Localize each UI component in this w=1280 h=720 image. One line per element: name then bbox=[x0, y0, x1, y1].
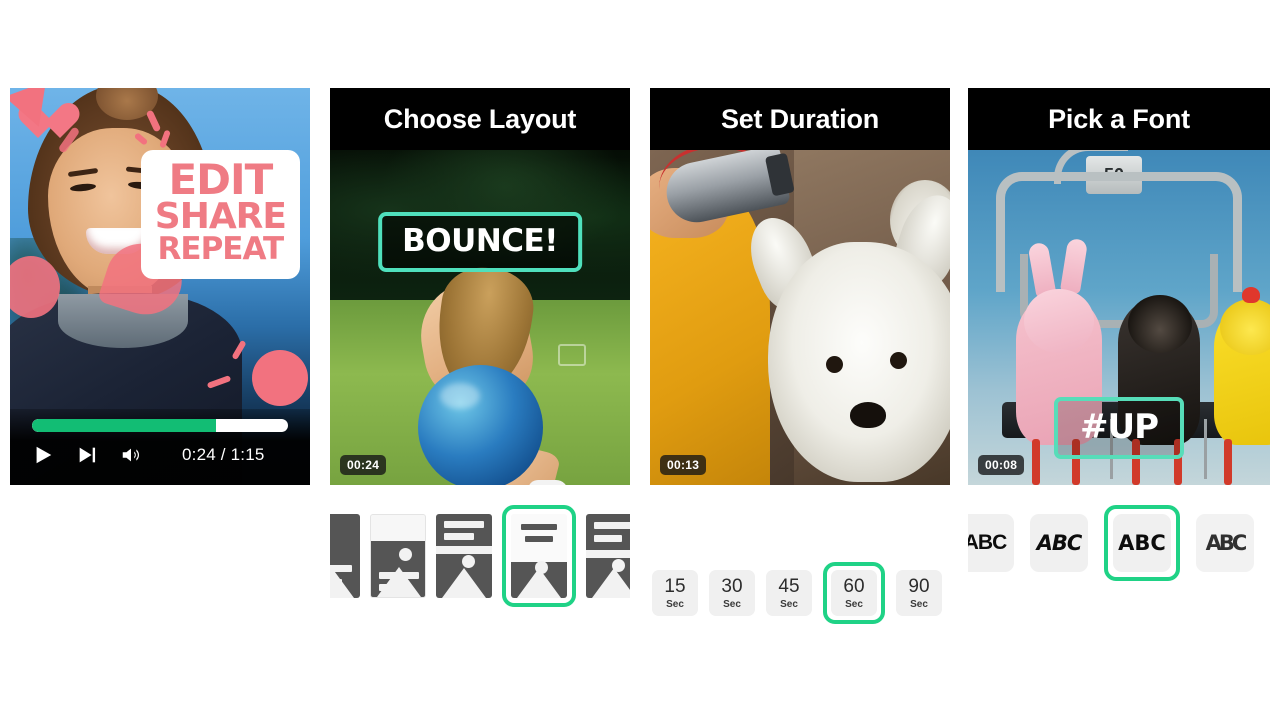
sticker-line-3: REPEAT bbox=[157, 230, 285, 267]
font-chip-italic-brush[interactable]: ABC bbox=[1030, 514, 1088, 572]
panel-title-choose-layout: Choose Layout bbox=[330, 88, 630, 150]
progress-bar-fill bbox=[32, 419, 217, 432]
duration-option-list: 15Sec30Sec45Sec60Sec90Sec120Sec150Sec bbox=[650, 558, 950, 628]
time-display: 0:24 / 1:15 bbox=[182, 445, 265, 464]
player-screen: EDIT SHARE REPEAT 0:24 / 1:15 bbox=[10, 88, 310, 485]
bunny-head bbox=[1024, 289, 1094, 353]
dog-eye-right bbox=[890, 352, 907, 369]
font-media: 50 #UP 00:08 bbox=[968, 150, 1270, 485]
duration-screen: Set Duration 00:13 bbox=[650, 88, 950, 485]
player-media: EDIT SHARE REPEAT 0:24 / 1:15 bbox=[10, 88, 310, 485]
text-overlay-bounce: BOUNCE! bbox=[378, 212, 582, 272]
layout-option-header-lines-image[interactable] bbox=[586, 514, 630, 598]
duration-chip-unit: Sec bbox=[666, 598, 684, 610]
layout-option-header-image[interactable] bbox=[436, 514, 492, 598]
font-chip-outline-overlap[interactable]: ABC bbox=[1196, 514, 1254, 572]
layout-option-list bbox=[330, 493, 630, 608]
transport-controls: 0:24 / 1:15 bbox=[32, 444, 288, 466]
timestamp-badge: 00:08 bbox=[978, 455, 1025, 475]
sticker-line-2: SHARE bbox=[154, 196, 287, 238]
panel-set-duration: Set Duration 00:13 15 Sec 30 Sec 45 Sec … bbox=[650, 88, 950, 624]
ski-icon bbox=[1224, 439, 1232, 485]
layout-option-image-text-bottom[interactable] bbox=[370, 514, 426, 598]
overlay-label: BOUNCE! bbox=[402, 223, 558, 259]
duration-chip-60[interactable]: 60 Sec bbox=[831, 570, 877, 616]
exercise-ball bbox=[418, 365, 543, 485]
duration-chip-unit: Sec bbox=[910, 598, 928, 610]
dog-nose bbox=[850, 402, 886, 428]
layout-media: BOUNCE! 00:24 bbox=[330, 150, 630, 485]
duration-chip-unit: Sec bbox=[723, 598, 741, 610]
panel-title-set-duration: Set Duration bbox=[650, 88, 950, 150]
scene-prop-box bbox=[558, 344, 586, 366]
duration-chip-selected-ring[interactable]: 60 Sec bbox=[823, 562, 885, 624]
screenshot-root: EDIT SHARE REPEAT 0:24 / 1:15 Choose Lay… bbox=[0, 0, 1280, 720]
duration-chip-value: 30 bbox=[721, 575, 743, 597]
text-overlay-up: #UP bbox=[1053, 397, 1185, 459]
font-screen: Pick a Font 50 #UP 00:08 bbox=[968, 88, 1270, 485]
panel-pick-font: Pick a Font 50 #UP 00:08 ABC ABC ABC ABC bbox=[968, 88, 1270, 581]
layout-option-title-image-selected[interactable] bbox=[502, 505, 576, 607]
duration-chip-value: 90 bbox=[908, 575, 930, 597]
duration-chip-unit: Sec bbox=[845, 598, 863, 610]
duration-media: 00:13 bbox=[650, 150, 950, 485]
font-chip-selected-ring[interactable]: ABC bbox=[1104, 505, 1180, 581]
layout-screen: Choose Layout BOUNCE! 00:24 bbox=[330, 88, 630, 485]
chicken-head bbox=[1220, 287, 1270, 355]
duration-chip-value: 15 bbox=[664, 575, 686, 597]
volume-icon[interactable] bbox=[120, 444, 142, 466]
timestamp-badge: 00:24 bbox=[340, 455, 387, 475]
progress-bar[interactable] bbox=[32, 419, 288, 432]
panel-title-pick-a-font: Pick a Font bbox=[968, 88, 1270, 150]
player-controls-bar: 0:24 / 1:15 bbox=[10, 409, 310, 485]
play-icon[interactable] bbox=[32, 444, 54, 466]
layout-option-text-bottom-clipped[interactable] bbox=[330, 514, 360, 598]
dog-head bbox=[768, 242, 950, 482]
gorilla-head bbox=[1128, 295, 1192, 353]
blob-doodle-icon bbox=[252, 350, 308, 406]
next-track-icon[interactable] bbox=[76, 444, 98, 466]
subject-shoe bbox=[528, 480, 568, 485]
timestamp-badge: 00:13 bbox=[660, 455, 707, 475]
font-chip-condensed[interactable]: ABC bbox=[968, 514, 1014, 572]
panel-choose-layout: Choose Layout BOUNCE! 00:24 bbox=[330, 88, 630, 607]
duration-chip-value: 45 bbox=[778, 575, 800, 597]
duration-chip-30[interactable]: 30 Sec bbox=[709, 570, 755, 616]
font-option-list: ABC ABC ABC ABC bbox=[968, 493, 1270, 603]
duration-chip-15[interactable]: 15 Sec bbox=[652, 570, 698, 616]
duration-chip-value: 60 bbox=[843, 575, 865, 597]
ski-pole-icon bbox=[1204, 419, 1207, 479]
ski-icon bbox=[1032, 439, 1040, 485]
overlay-label: #UP bbox=[1079, 407, 1159, 447]
font-chip-bold[interactable]: ABC bbox=[1113, 514, 1171, 572]
sticker-line-1: EDIT bbox=[168, 155, 273, 204]
dog-eye-left bbox=[826, 356, 843, 373]
duration-chip-90[interactable]: 90 Sec bbox=[896, 570, 942, 616]
duration-chip-unit: Sec bbox=[780, 598, 798, 610]
duration-chip-45[interactable]: 45 Sec bbox=[766, 570, 812, 616]
chicken-mascot bbox=[1214, 287, 1270, 445]
panel-video-player: EDIT SHARE REPEAT 0:24 / 1:15 bbox=[10, 88, 310, 581]
text-sticker-overlay: EDIT SHARE REPEAT bbox=[140, 150, 300, 279]
